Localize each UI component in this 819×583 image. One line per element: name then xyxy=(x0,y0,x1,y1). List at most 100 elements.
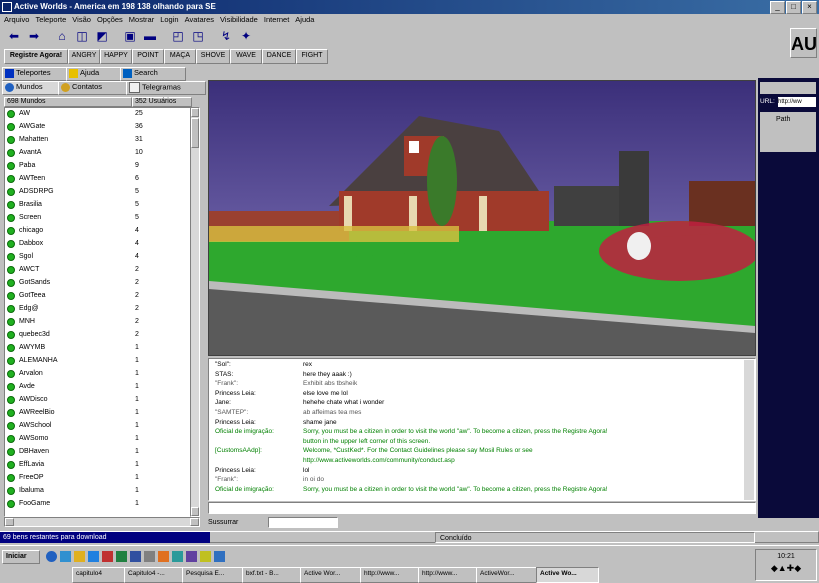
world-list-item[interactable]: Avde 1 xyxy=(5,381,185,393)
forward-arrow-icon[interactable]: ➡ xyxy=(24,28,44,46)
app-icon-purple[interactable] xyxy=(186,551,197,562)
world-list-item[interactable]: quebec3d 2 xyxy=(5,329,185,341)
app-icon[interactable] xyxy=(2,2,12,12)
landmark-icon[interactable]: ◫ xyxy=(72,28,92,46)
menu-visao[interactable]: Visão xyxy=(72,14,91,25)
world-list-item[interactable]: Arvalon 1 xyxy=(5,368,185,380)
menu-mostrar[interactable]: Mostrar xyxy=(129,14,154,25)
walk-icon[interactable]: ◳ xyxy=(188,28,208,46)
gesture-shove-button[interactable]: SHOVE xyxy=(196,49,230,64)
close-button[interactable]: × xyxy=(802,1,817,14)
media-icon[interactable] xyxy=(88,551,99,562)
taskbar-item[interactable]: Active Wor... xyxy=(300,567,363,583)
world-list-item[interactable]: GotTeea 2 xyxy=(5,290,185,302)
home-icon[interactable]: ⌂ xyxy=(52,28,72,46)
scroll-left-button[interactable] xyxy=(5,518,14,526)
world-list-item[interactable]: Mahatten 31 xyxy=(5,134,185,146)
world-list-item[interactable]: DBHaven 1 xyxy=(5,446,185,458)
world-list-item[interactable]: AWTeen 6 xyxy=(5,173,185,185)
gesture-happy-button[interactable]: HAPPY xyxy=(100,49,132,64)
world-list-item[interactable]: MNH 2 xyxy=(5,316,185,328)
world-list-item[interactable]: Screen 5 xyxy=(5,212,185,224)
minimize-button[interactable]: _ xyxy=(770,1,785,14)
app-icon-green[interactable] xyxy=(116,551,127,562)
taskbar-item[interactable]: http://www... xyxy=(418,567,479,583)
taskbar-item[interactable]: bxf.txt - B... xyxy=(242,567,303,583)
world-list-scrollbar[interactable] xyxy=(190,107,200,517)
taskbar-item[interactable]: Pesquisa E... xyxy=(182,567,245,583)
menu-avatares[interactable]: Avatares xyxy=(185,14,214,25)
tab-telegramas[interactable]: Telegramas xyxy=(126,81,206,95)
browser-icon[interactable] xyxy=(46,551,57,562)
world-list-item[interactable]: EffLavia 1 xyxy=(5,459,185,471)
chat-log[interactable]: "Sol": rex STAS: here they aaak :) "Frank": E… xyxy=(208,358,756,501)
url-field[interactable]: http://ww xyxy=(778,97,816,107)
taskbar-item[interactable]: ActiveWor... xyxy=(476,567,539,583)
world-list-item[interactable]: GotSands 2 xyxy=(5,277,185,289)
world-list-item[interactable]: Sgol 4 xyxy=(5,251,185,263)
world-list-item[interactable]: Dabbox 4 xyxy=(5,238,185,250)
tab-teleportes[interactable]: Teleportes xyxy=(2,67,70,81)
world-list-item[interactable]: FreeOP 1 xyxy=(5,472,185,484)
menu-visibilidade[interactable]: Visibilidade xyxy=(220,14,258,25)
folder-icon[interactable] xyxy=(74,551,85,562)
column-users[interactable]: 352 Usuários xyxy=(132,97,192,107)
world-list-item[interactable]: AWSchool 1 xyxy=(5,420,185,432)
camera-icon[interactable]: ▣ xyxy=(120,28,140,46)
world-list-item[interactable]: AvantA 10 xyxy=(5,147,185,159)
scroll-down-button[interactable] xyxy=(191,507,199,516)
taskbar-item[interactable]: Active Wo... xyxy=(536,567,599,583)
world-list-item[interactable]: AWGate 36 xyxy=(5,121,185,133)
app-icon-blue[interactable] xyxy=(130,551,141,562)
world-list-item[interactable]: Edg@ 2 xyxy=(5,303,185,315)
world-list-item[interactable]: ADSDRPG 5 xyxy=(5,186,185,198)
world-list-item[interactable]: Ibaluma 1 xyxy=(5,485,185,497)
gesture-maca-button[interactable]: MAÇA xyxy=(164,49,196,64)
app-icon-teal[interactable] xyxy=(172,551,183,562)
start-button[interactable]: Iniciar xyxy=(2,550,40,564)
taskbar-item[interactable]: http://www... xyxy=(360,567,421,583)
run-icon[interactable]: ↯ xyxy=(216,28,236,46)
tab-search[interactable]: Search xyxy=(120,67,186,81)
column-worlds[interactable]: 698 Mundos xyxy=(4,97,132,107)
maximize-button[interactable]: □ xyxy=(786,1,801,14)
world-list-item[interactable]: AWYMB 1 xyxy=(5,342,185,354)
chat-scrollbar[interactable] xyxy=(744,360,754,500)
chat-input[interactable] xyxy=(208,502,756,514)
app-icon-red[interactable] xyxy=(102,551,113,562)
app-icon-gray[interactable] xyxy=(144,551,155,562)
world-list-item[interactable]: ALEMANHA 1 xyxy=(5,355,185,367)
back-arrow-icon[interactable]: ⬅ xyxy=(4,28,24,46)
gesture-dance-button[interactable]: DANCE xyxy=(262,49,296,64)
tab-contatos[interactable]: Contatos xyxy=(58,81,130,95)
gesture-fight-button[interactable]: FIGHT xyxy=(296,49,328,64)
desktop-icon[interactable] xyxy=(60,551,71,562)
gesture-point-button[interactable]: POINT xyxy=(132,49,164,64)
world-list-item[interactable]: FooGame 1 xyxy=(5,498,185,510)
world-list-item[interactable]: Brasilia 5 xyxy=(5,199,185,211)
world-list-hscrollbar[interactable] xyxy=(4,517,200,527)
menu-opcoes[interactable]: Opções xyxy=(97,14,123,25)
clock[interactable]: 10:21 xyxy=(756,553,816,560)
3d-world-view[interactable] xyxy=(208,80,756,356)
tab-ajuda[interactable]: Ajuda xyxy=(66,67,124,81)
world-list-item[interactable]: AW 25 xyxy=(5,108,185,120)
scroll-right-button[interactable] xyxy=(190,518,199,526)
app-icon-blue2[interactable] xyxy=(214,551,225,562)
taskbar-item[interactable]: Capitulo4 -... xyxy=(124,567,185,583)
whisper-dropdown[interactable] xyxy=(268,517,338,528)
scroll-up-button[interactable] xyxy=(191,108,199,117)
menu-arquivo[interactable]: Arquivo xyxy=(4,14,29,25)
menu-ajuda[interactable]: Ajuda xyxy=(295,14,314,25)
app-icon-yellow[interactable] xyxy=(200,551,211,562)
view-icon[interactable]: ▬ xyxy=(140,28,160,46)
world-list-item[interactable]: chicago 4 xyxy=(5,225,185,237)
menu-internet[interactable]: Internet xyxy=(264,14,289,25)
gesture-wave-button[interactable]: WAVE xyxy=(230,49,262,64)
world-list-item[interactable]: AWReelBio 1 xyxy=(5,407,185,419)
fly-icon[interactable]: ◰ xyxy=(168,28,188,46)
settings-icon[interactable]: ✦ xyxy=(236,28,256,46)
teleport-icon[interactable]: ◩ xyxy=(92,28,112,46)
menu-teleporte[interactable]: Teleporte xyxy=(35,14,66,25)
tab-mundos[interactable]: Mundos xyxy=(2,81,62,95)
